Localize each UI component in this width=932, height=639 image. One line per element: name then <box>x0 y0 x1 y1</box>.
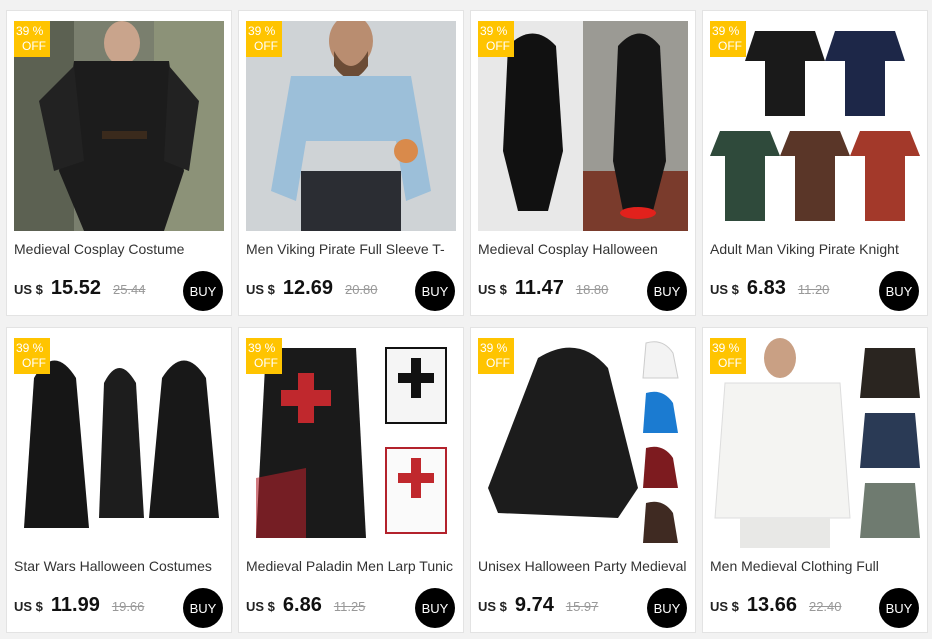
product-title[interactable]: Medieval Paladin Men Larp Tunic <box>246 558 458 576</box>
price-row: US $ 11.99 19.66 <box>14 594 144 620</box>
original-price: 11.25 <box>333 599 366 614</box>
product-title[interactable]: Men Viking Pirate Full Sleeve T- <box>246 241 458 259</box>
current-price: 12.69 <box>282 277 333 299</box>
currency-label: US $ <box>710 599 739 614</box>
product-card[interactable]: 39 % OFF Men Viking Pirate Full Sleeve T… <box>238 10 464 316</box>
discount-off-label: OFF <box>486 356 510 370</box>
original-price: 18.80 <box>575 282 609 297</box>
discount-badge: 39 % OFF <box>478 338 514 374</box>
discount-percent: 39 % <box>712 341 740 355</box>
buy-button[interactable]: BUY <box>879 588 919 628</box>
currency-label: US $ <box>14 282 43 297</box>
buy-button[interactable]: BUY <box>183 271 223 311</box>
product-card[interactable]: 39 % OFF Star Wars Halloween Costumes US… <box>6 327 232 633</box>
product-card[interactable]: 39 % OFF Unisex Halloween Party Medieval… <box>470 327 696 633</box>
price-row: US $ 12.69 20.80 <box>246 277 378 303</box>
original-price: 25.44 <box>112 282 146 297</box>
product-card[interactable]: 39 % OFF Medieval Cosplay Costume US $ 1… <box>6 10 232 316</box>
discount-percent: 39 % <box>480 341 508 355</box>
current-price: 9.74 <box>514 594 554 616</box>
buy-button[interactable]: BUY <box>415 588 455 628</box>
discount-percent: 39 % <box>712 24 740 38</box>
discount-badge: 39 % OFF <box>710 21 746 57</box>
discount-badge: 39 % OFF <box>14 338 50 374</box>
discount-badge: 39 % OFF <box>14 21 50 57</box>
discount-off-label: OFF <box>254 356 278 370</box>
product-title[interactable]: Adult Man Viking Pirate Knight <box>710 241 922 259</box>
discount-off-label: OFF <box>254 39 278 53</box>
original-price: 11.20 <box>797 282 830 297</box>
product-title[interactable]: Medieval Cosplay Costume <box>14 241 226 259</box>
current-price: 15.52 <box>50 277 101 299</box>
price-row: US $ 6.86 11.25 <box>246 594 365 620</box>
current-price: 11.99 <box>50 594 100 616</box>
price-row: US $ 9.74 15.97 <box>478 594 598 620</box>
original-price: 22.40 <box>808 599 842 614</box>
buy-button[interactable]: BUY <box>415 271 455 311</box>
currency-label: US $ <box>14 599 43 614</box>
price-row: US $ 13.66 22.40 <box>710 594 842 620</box>
price-row: US $ 11.47 18.80 <box>478 277 608 303</box>
discount-percent: 39 % <box>480 24 508 38</box>
discount-badge: 39 % OFF <box>246 338 282 374</box>
currency-label: US $ <box>478 599 507 614</box>
currency-label: US $ <box>478 282 507 297</box>
product-title[interactable]: Men Medieval Clothing Full <box>710 558 922 576</box>
discount-off-label: OFF <box>718 356 742 370</box>
buy-button[interactable]: BUY <box>879 271 919 311</box>
currency-label: US $ <box>246 599 275 614</box>
discount-badge: 39 % OFF <box>478 21 514 57</box>
product-title[interactable]: Medieval Cosplay Halloween <box>478 241 690 259</box>
product-card[interactable]: 39 % OFF Adult Man Viking Pirate Knight … <box>702 10 928 316</box>
current-price: 13.66 <box>746 594 797 616</box>
original-price: 19.66 <box>111 599 145 614</box>
buy-button[interactable]: BUY <box>647 588 687 628</box>
currency-label: US $ <box>246 282 275 297</box>
current-price: 11.47 <box>514 277 564 299</box>
discount-percent: 39 % <box>16 341 44 355</box>
discount-badge: 39 % OFF <box>710 338 746 374</box>
discount-percent: 39 % <box>248 341 276 355</box>
buy-button[interactable]: BUY <box>647 271 687 311</box>
discount-off-label: OFF <box>718 39 742 53</box>
product-grid: 39 % OFF Medieval Cosplay Costume US $ 1… <box>0 0 932 639</box>
product-card[interactable]: 39 % OFF Men Medieval Clothing Full US $… <box>702 327 928 633</box>
discount-badge: 39 % OFF <box>246 21 282 57</box>
buy-button[interactable]: BUY <box>183 588 223 628</box>
original-price: 15.97 <box>565 599 599 614</box>
product-card[interactable]: 39 % OFF Medieval Cosplay Halloween US $… <box>470 10 696 316</box>
discount-off-label: OFF <box>22 356 46 370</box>
discount-percent: 39 % <box>16 24 44 38</box>
discount-percent: 39 % <box>248 24 276 38</box>
current-price: 6.86 <box>282 594 322 616</box>
discount-off-label: OFF <box>22 39 46 53</box>
currency-label: US $ <box>710 282 739 297</box>
product-card[interactable]: 39 % OFF Medieval Paladin Men Larp Tunic… <box>238 327 464 633</box>
current-price: 6.83 <box>746 277 786 299</box>
price-row: US $ 15.52 25.44 <box>14 277 146 303</box>
original-price: 20.80 <box>344 282 378 297</box>
discount-off-label: OFF <box>486 39 510 53</box>
product-title[interactable]: Unisex Halloween Party Medieval <box>478 558 690 576</box>
price-row: US $ 6.83 11.20 <box>710 277 829 303</box>
product-title[interactable]: Star Wars Halloween Costumes <box>14 558 226 576</box>
